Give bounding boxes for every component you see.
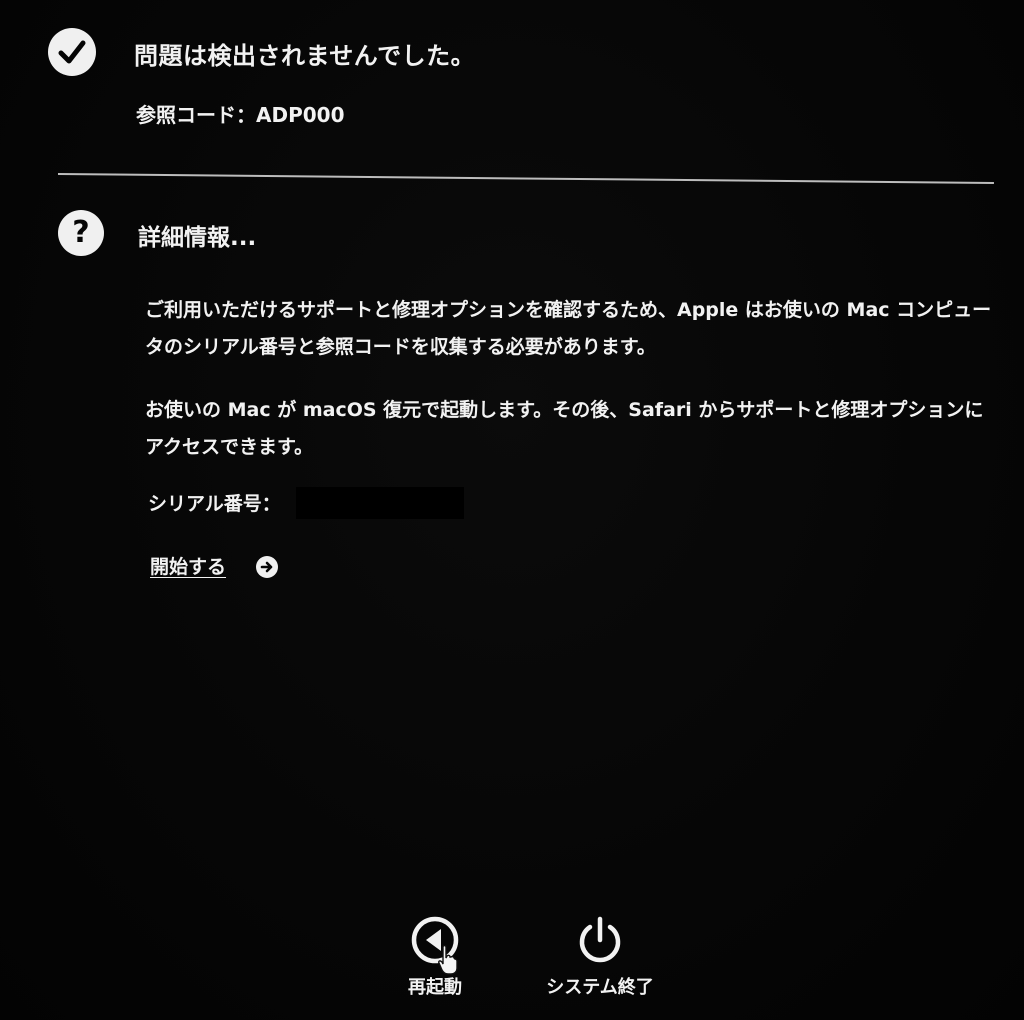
- diagnostics-screen: 問題は検出されませんでした。 参照コード：ADP000 ? 詳細情報... ご利…: [0, 0, 1024, 1020]
- info-paragraph-1: ご利用いただけるサポートと修理オプションを確認するため、Apple はお使いの …: [145, 299, 992, 358]
- divider: [57, 173, 994, 184]
- status-title: 問題は検出されませんでした。: [134, 42, 476, 70]
- start-link[interactable]: 開始する: [150, 552, 226, 579]
- info-title: 詳細情報...: [138, 225, 257, 251]
- serial-number-redacted: [296, 487, 464, 519]
- info-paragraph-2: お使いの Mac が macOS 復元で起動します。その後、Safari からサ…: [145, 399, 984, 458]
- shutdown-button[interactable]: システム終了: [535, 914, 665, 999]
- restart-label: 再起動: [408, 977, 462, 998]
- shutdown-label: システム終了: [546, 977, 654, 998]
- reference-code: 参照コード：ADP000: [136, 103, 345, 127]
- serial-number-label: シリアル番号：: [148, 493, 281, 515]
- restart-button[interactable]: 再起動: [390, 914, 480, 999]
- arrow-right-circle-icon[interactable]: [256, 556, 278, 578]
- mouse-pointer-icon: [437, 944, 459, 976]
- power-icon: [574, 914, 626, 966]
- question-circle-icon: ?: [58, 210, 104, 256]
- checkmark-circle-icon: [48, 28, 96, 76]
